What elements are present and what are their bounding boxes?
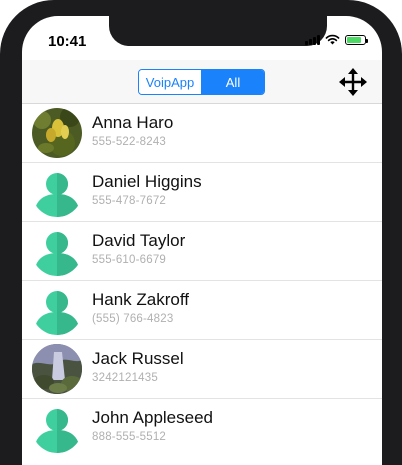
person-placeholder-icon xyxy=(32,167,82,217)
contact-phone: 555-610-6679 xyxy=(92,254,167,266)
contact-row[interactable]: John Appleseed 888-555-5512 xyxy=(22,399,382,457)
move-arrows-icon[interactable] xyxy=(339,68,367,96)
contact-phone: 3242121435 xyxy=(92,372,158,384)
person-placeholder-icon xyxy=(32,226,82,276)
avatar-photo xyxy=(32,344,82,394)
contact-phone: 555-522-8243 xyxy=(92,136,167,148)
avatar-placeholder xyxy=(32,167,82,217)
cellular-signal-icon xyxy=(305,34,320,45)
contact-name: Jack Russel xyxy=(92,349,184,368)
contact-phone: 888-555-5512 xyxy=(92,431,167,443)
phone-screen: 10:41 VoipApp All Anna Haro 555-522-8243… xyxy=(22,16,382,465)
contact-phone: (555) 766-4823 xyxy=(92,313,174,325)
contacts-filter-segmented-control[interactable]: VoipApp All xyxy=(138,69,265,95)
contact-name: John Appleseed xyxy=(92,408,213,427)
contact-name: David Taylor xyxy=(92,231,186,250)
wifi-icon xyxy=(325,34,340,45)
contact-row[interactable]: Hank Zakroff (555) 766-4823 xyxy=(22,281,382,340)
contact-row[interactable]: David Taylor 555-610-6679 xyxy=(22,222,382,281)
contact-row[interactable]: Jack Russel 3242121435 xyxy=(22,340,382,399)
status-time: 10:41 xyxy=(48,33,87,50)
segment-all[interactable]: All xyxy=(202,70,264,94)
avatar-placeholder xyxy=(32,226,82,276)
battery-icon xyxy=(345,34,368,45)
avatar-placeholder xyxy=(32,285,82,335)
notch xyxy=(109,16,327,46)
contact-row[interactable]: Anna Haro 555-522-8243 xyxy=(22,104,382,163)
segment-voipapp[interactable]: VoipApp xyxy=(139,70,202,94)
contact-name: Anna Haro xyxy=(92,113,174,132)
contact-name: Hank Zakroff xyxy=(92,290,190,309)
flowers-photo-icon xyxy=(32,108,82,158)
contact-phone: 555-478-7672 xyxy=(92,195,167,207)
person-placeholder-icon xyxy=(32,403,82,453)
contact-name: Daniel Higgins xyxy=(92,172,202,191)
waterfall-photo-icon xyxy=(32,344,82,394)
avatar-placeholder xyxy=(32,403,82,453)
person-placeholder-icon xyxy=(32,285,82,335)
avatar-photo xyxy=(32,108,82,158)
status-icons xyxy=(305,34,368,45)
navigation-bar: VoipApp All xyxy=(22,60,382,104)
contacts-list: Anna Haro 555-522-8243 Daniel Higgins 55… xyxy=(22,104,382,457)
contact-row[interactable]: Daniel Higgins 555-478-7672 xyxy=(22,163,382,222)
